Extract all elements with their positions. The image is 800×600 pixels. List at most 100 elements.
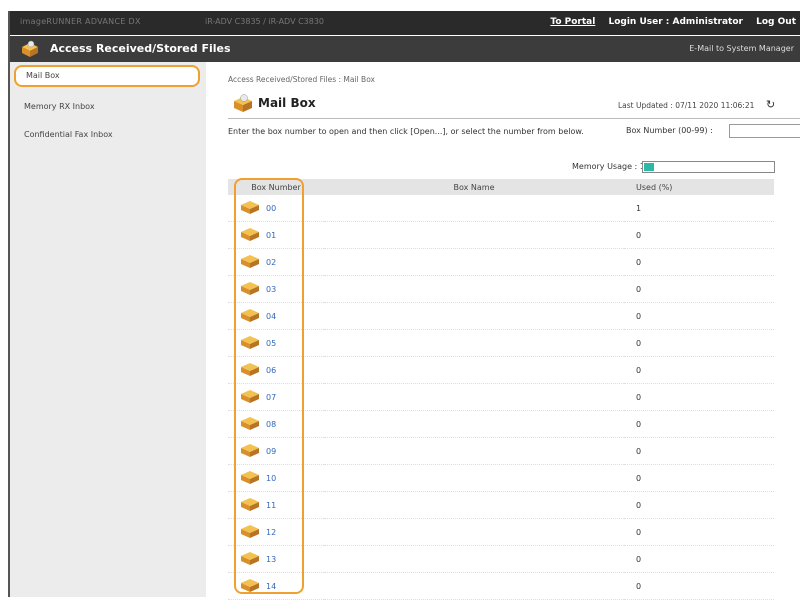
box-name-cell [324, 572, 624, 600]
table-row: 05 0 [228, 329, 774, 357]
header-links: To Portal Login User : Administrator Log… [540, 17, 796, 27]
page-section-title: Access Received/Stored Files [50, 42, 231, 55]
device-name: iR-ADV C3835 / iR-ADV C3830 [205, 17, 325, 26]
box-number-cell: 00 [228, 195, 324, 222]
email-system-manager-link[interactable]: E-Mail to System Manager [689, 44, 794, 53]
table-header-row: Box Number Box Name Used (%) [228, 179, 774, 195]
memory-usage-label: Memory Usage : 1% [572, 162, 653, 171]
used-percent-cell: 0 [624, 302, 774, 330]
box-number-label: Box Number (00-99) : [626, 126, 713, 135]
to-portal-link[interactable]: To Portal [550, 17, 595, 27]
box-number-cell: 11 [228, 491, 324, 519]
mailbox-icon [20, 40, 40, 61]
table-row: 11 0 [228, 491, 774, 519]
box-number-cell: 04 [228, 302, 324, 330]
box-icon[interactable] [240, 309, 260, 325]
box-icon[interactable] [240, 471, 260, 487]
box-name-cell [324, 248, 624, 276]
box-icon[interactable] [240, 552, 260, 568]
box-icon[interactable] [240, 498, 260, 514]
device-model: imageRUNNER ADVANCE DX [20, 17, 141, 26]
box-icon[interactable] [240, 255, 260, 271]
box-number-cell: 09 [228, 437, 324, 465]
box-number-link[interactable]: 04 [266, 312, 276, 321]
memory-usage-fill [644, 163, 654, 171]
box-number-cell: 10 [228, 464, 324, 492]
box-number-cell: 07 [228, 383, 324, 411]
box-number-link[interactable]: 03 [266, 285, 276, 294]
box-number-link[interactable]: 06 [266, 366, 276, 375]
box-number-link[interactable]: 11 [266, 501, 276, 510]
table-row: 10 0 [228, 464, 774, 492]
box-number-link[interactable]: 13 [266, 555, 276, 564]
used-percent-cell: 0 [624, 572, 774, 600]
box-name-cell [324, 195, 624, 222]
box-icon[interactable] [240, 417, 260, 433]
box-number-link[interactable]: 09 [266, 447, 276, 456]
divider [228, 118, 800, 119]
used-percent-cell: 0 [624, 437, 774, 465]
refresh-icon[interactable]: ↻ [766, 98, 775, 111]
box-number-link[interactable]: 10 [266, 474, 276, 483]
box-name-cell [324, 437, 624, 465]
box-number-cell: 14 [228, 572, 324, 600]
mail-box-icon [232, 93, 254, 116]
log-out-link[interactable]: Log Out [756, 17, 796, 27]
box-icon[interactable] [240, 579, 260, 595]
sidebar-item-confidential-fax-inbox[interactable]: Confidential Fax Inbox [14, 124, 200, 146]
sidebar-item-mail-box[interactable]: Mail Box [14, 65, 200, 87]
memory-usage-bar [642, 161, 775, 173]
column-header-box-name: Box Name [324, 179, 624, 195]
box-name-cell [324, 356, 624, 384]
box-icon[interactable] [240, 363, 260, 379]
box-icon[interactable] [240, 390, 260, 406]
box-number-link[interactable]: 02 [266, 258, 276, 267]
box-icon[interactable] [240, 282, 260, 298]
table-row: 06 0 [228, 356, 774, 384]
box-number-input[interactable] [729, 124, 800, 138]
used-percent-cell: 0 [624, 221, 774, 249]
mailbox-table: Box Number Box Name Used (%) 00 1 01 0 02 0 03… [228, 179, 774, 600]
box-icon[interactable] [240, 201, 260, 217]
top-bar: imageRUNNER ADVANCE DX iR-ADV C3835 / iR… [10, 11, 800, 35]
box-icon[interactable] [240, 228, 260, 244]
box-number-link[interactable]: 05 [266, 339, 276, 348]
used-percent-cell: 0 [624, 248, 774, 276]
sidebar: Mail Box Memory RX Inbox Confidential Fa… [10, 62, 206, 597]
box-number-link[interactable]: 14 [266, 582, 276, 591]
used-percent-cell: 0 [624, 383, 774, 411]
used-percent-cell: 0 [624, 491, 774, 519]
table-row: 08 0 [228, 410, 774, 438]
used-percent-cell: 0 [624, 275, 774, 303]
used-percent-cell: 0 [624, 356, 774, 384]
box-number-cell: 05 [228, 329, 324, 357]
box-number-link[interactable]: 08 [266, 420, 276, 429]
sidebar-item-memory-rx-inbox[interactable]: Memory RX Inbox [14, 96, 200, 118]
column-header-box-number[interactable]: Box Number [228, 179, 324, 195]
box-name-cell [324, 302, 624, 330]
box-number-cell: 13 [228, 545, 324, 573]
main-content: Access Received/Stored Files : Mail Box … [206, 62, 800, 600]
box-number-link[interactable]: 00 [266, 204, 276, 213]
box-number-link[interactable]: 12 [266, 528, 276, 537]
box-number-cell: 08 [228, 410, 324, 438]
table-row: 03 0 [228, 275, 774, 303]
box-icon[interactable] [240, 525, 260, 541]
breadcrumb: Access Received/Stored Files : Mail Box [228, 75, 375, 84]
table-row: 02 0 [228, 248, 774, 276]
last-updated: Last Updated : 07/11 2020 11:06:21 [618, 101, 755, 110]
box-number-cell: 03 [228, 275, 324, 303]
table-row: 09 0 [228, 437, 774, 465]
box-icon[interactable] [240, 336, 260, 352]
box-number-cell: 06 [228, 356, 324, 384]
box-icon[interactable] [240, 444, 260, 460]
title-bar: Access Received/Stored Files E-Mail to S… [10, 36, 800, 62]
box-number-link[interactable]: 01 [266, 231, 276, 240]
table-row: 00 1 [228, 195, 774, 222]
box-number-link[interactable]: 07 [266, 393, 276, 402]
box-name-cell [324, 491, 624, 519]
instruction-text: Enter the box number to open and then cl… [228, 127, 584, 136]
box-number-cell: 12 [228, 518, 324, 546]
table-row: 01 0 [228, 221, 774, 249]
page-title: Mail Box [258, 96, 316, 110]
